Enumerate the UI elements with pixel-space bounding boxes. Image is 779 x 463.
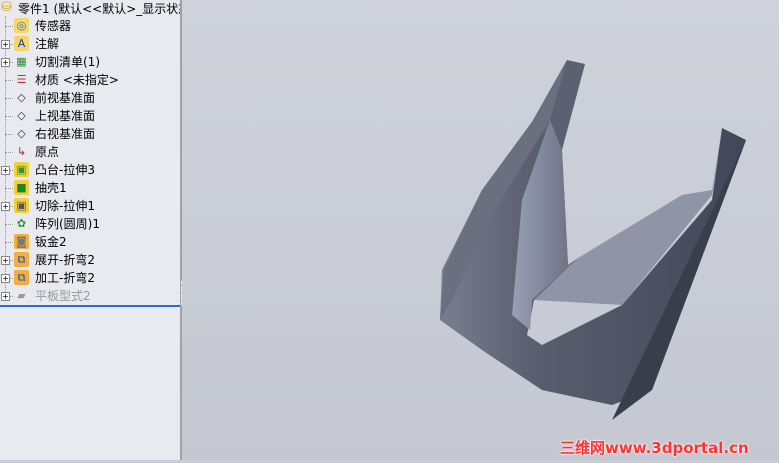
tree-item-label: 右视基准面 [35,127,96,141]
unfold-icon: ⧉ [14,252,29,267]
material-icon: ☰ [16,73,27,86]
tree-item-label: 前视基准面 [35,91,96,105]
tree-item-label: 原点 [35,145,60,159]
expand-toggle-icon[interactable]: + [1,166,10,175]
part-icon: ⛁ [1,0,12,15]
root-label: 零件1 (默认<<默认>_显示状态 [18,2,182,16]
tree-connector [5,80,13,81]
tree-item[interactable]: ◇ 上视基准面 [0,107,180,125]
expand-toggle-icon[interactable]: + [1,40,10,49]
tree-item-label: 注解 [35,37,60,51]
tree-item-label: 传感器 [35,19,72,33]
tree-item-label: 平板型式2 [35,289,91,303]
expand-toggle-icon[interactable]: + [1,202,10,211]
sensor-folder-icon: ◎ [14,18,29,33]
tree-connector [5,188,13,189]
tree-item[interactable]: ◇ 前视基准面 [0,89,180,107]
tree-connector [5,26,13,27]
tree-item-label: 阵列(圆周)1 [35,217,100,231]
tree-item[interactable]: + ⧉ 加工-折弯2 [0,269,180,287]
plane-icon: ◇ [17,91,26,104]
tree-item-label: 上视基准面 [35,109,96,123]
plane-icon: ◇ [17,127,26,140]
tree-item[interactable]: + ▣ 凸台-拉伸3 [0,161,180,179]
tree-item[interactable]: ◇ 右视基准面 [0,125,180,143]
feature-manager-tree: ⛁ 零件1 (默认<<默认>_显示状态 ◎ 传感器 + A 注解 + ▦ 切割清单(1) ☰ 材质… [0,0,182,460]
tree-item-label: 加工-折弯2 [35,271,95,285]
part-model [440,60,746,420]
tree-item-label: 切割清单(1) [35,55,100,69]
boss-extrude-icon: ▣ [14,162,29,177]
tree-item-label: 钣金2 [35,235,67,249]
tree-item[interactable]: ☰ 材质 <未指定> [0,71,180,89]
flat-pattern-icon: ▰ [17,289,26,302]
origin-icon: ↳ [16,145,27,158]
graphics-viewport[interactable] [182,0,779,460]
circular-pattern-icon: ✿ [16,217,27,230]
expand-toggle-icon[interactable]: + [1,58,10,67]
tree-root-part[interactable]: ⛁ 零件1 (默认<<默认>_显示状态 [0,0,180,18]
cut-extrude-icon: ▣ [14,198,29,213]
annotation-folder-icon: A [14,36,29,51]
tree-item-label: 切除-拉伸1 [35,199,95,213]
tree-item[interactable]: ◎ 传感器 [0,17,180,35]
tree-connector [5,116,13,117]
expand-toggle-icon[interactable]: + [1,256,10,265]
tree-item[interactable]: ✿ 阵列(圆周)1 [0,215,180,233]
tree-item[interactable]: ↳ 原点 [0,143,180,161]
shell-icon: ■ [14,180,29,195]
rollback-bar[interactable] [0,305,180,307]
cut-list-icon: ▦ [16,55,27,68]
plane-icon: ◇ [17,109,26,122]
tree-item[interactable]: + ▰ 平板型式2 [0,287,180,305]
tree-item-label: 材质 <未指定> [35,73,119,87]
tree-connector [5,152,13,153]
tree-item[interactable]: + ▦ 切割清单(1) [0,53,180,71]
tree-item[interactable]: + ⧉ 展开-折弯2 [0,251,180,269]
watermark: 三维网www.3dportal.cn [560,439,749,457]
tree-item[interactable]: ■ 抽壳1 [0,179,180,197]
process-bend-icon: ⧉ [14,270,29,285]
expand-toggle-icon[interactable]: + [1,274,10,283]
sheet-metal-icon: ◙ [14,234,29,249]
tree-item[interactable]: ◙ 钣金2 [0,233,180,251]
expand-toggle-icon[interactable]: + [1,292,10,301]
tree-item-label: 凸台-拉伸3 [35,163,95,177]
tree-item[interactable]: + A 注解 [0,35,180,53]
tree-item-label: 展开-折弯2 [35,253,95,267]
tree-connector [5,134,13,135]
tree-item-label: 抽壳1 [35,181,67,195]
tree-connector [5,98,13,99]
tree-item[interactable]: + ▣ 切除-拉伸1 [0,197,180,215]
tree-connector [5,242,13,243]
tree-connector [5,224,13,225]
